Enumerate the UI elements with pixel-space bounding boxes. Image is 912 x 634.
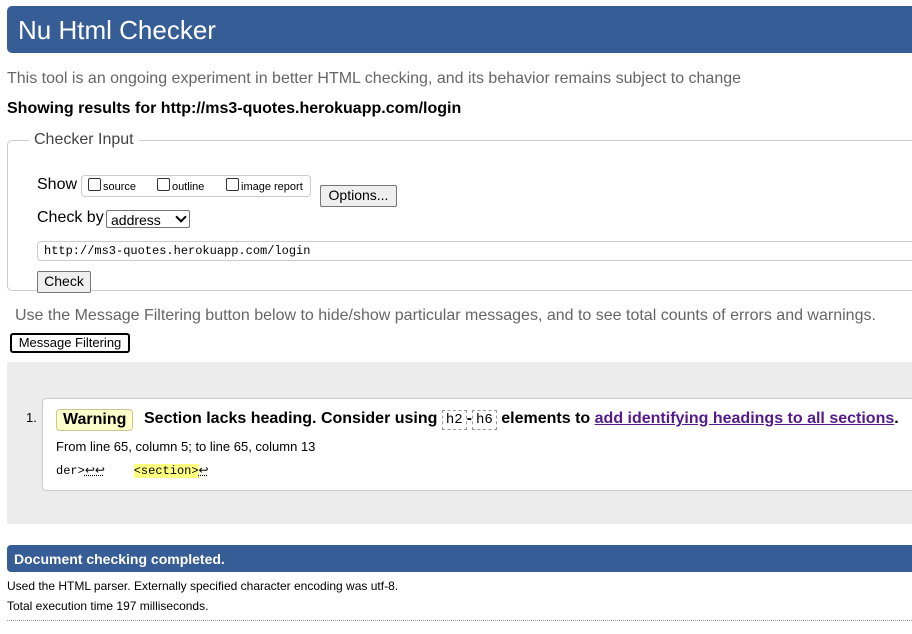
filter-note: Use the Message Filtering button below t… (15, 307, 876, 324)
checker-input-legend: Checker Input (34, 131, 134, 148)
checker-input-fieldset: Checker Input Show source outline image … (7, 131, 912, 293)
message-text-mid: elements to (501, 410, 591, 427)
completion-bar: Document checking completed. (7, 545, 912, 572)
message-item: Warning Section lacks heading. Consider … (42, 398, 912, 491)
execution-time: Total execution time 197 milliseconds. (7, 599, 209, 613)
source-checkbox[interactable] (88, 178, 101, 191)
line-break-icon: ↩↩ (84, 464, 105, 478)
show-row: Show (37, 176, 81, 194)
outline-checkbox[interactable] (157, 178, 170, 191)
options-button[interactable]: Options... (320, 185, 397, 207)
show-label: Show (37, 176, 78, 193)
chevron-down-icon (175, 211, 187, 223)
message-filtering-button[interactable]: Message Filtering (10, 333, 130, 353)
outline-option[interactable]: outline (157, 178, 204, 193)
source-option-label: source (103, 181, 137, 193)
code-h6: h6 (472, 410, 497, 430)
source-option[interactable]: source (88, 178, 136, 193)
parser-details: Used the HTML parser. Externally specifi… (7, 579, 399, 593)
message-number: 1. (26, 410, 37, 425)
message-location: From line 65, column 5; to line 65, colu… (56, 439, 316, 454)
source-extract: der>↩↩ <section>↩ (56, 463, 209, 478)
check-button[interactable]: Check (37, 271, 91, 293)
show-options-group: source outline image report (81, 175, 311, 197)
url-input[interactable]: http://ms3-quotes.herokuapp.com/login (37, 241, 912, 261)
image-report-checkbox[interactable] (226, 178, 239, 191)
check-by-select[interactable]: address (106, 210, 190, 228)
bottom-divider (7, 620, 912, 621)
extract-gap (105, 464, 134, 478)
check-by-label: Check by (37, 209, 104, 226)
message-text-pre: Section lacks heading. Consider using (144, 410, 438, 427)
warning-badge: Warning (56, 409, 134, 431)
outline-option-label: outline (172, 181, 205, 193)
image-report-option[interactable]: image report (226, 178, 303, 193)
completion-text: Document checking completed. (14, 551, 225, 567)
intro-text: This tool is an ongoing experiment in be… (7, 70, 742, 87)
extract-before: der> (56, 464, 85, 478)
message-text: Section lacks heading. Consider using h2… (144, 409, 899, 430)
extract-highlight: <section> (133, 464, 199, 478)
image-report-option-label: image report (241, 181, 303, 193)
headings-help-link[interactable]: add identifying headings to all sections (595, 410, 895, 427)
page-title: Nu Html Checker (18, 15, 216, 45)
message-text-end: . (894, 410, 899, 427)
line-break-icon: ↩ (198, 464, 209, 478)
check-by-selected-value: address (111, 212, 161, 228)
app-header: Nu Html Checker (7, 6, 912, 53)
code-h2: h2 (441, 410, 467, 430)
results-heading: Showing results for http://ms3-quotes.he… (7, 100, 462, 117)
